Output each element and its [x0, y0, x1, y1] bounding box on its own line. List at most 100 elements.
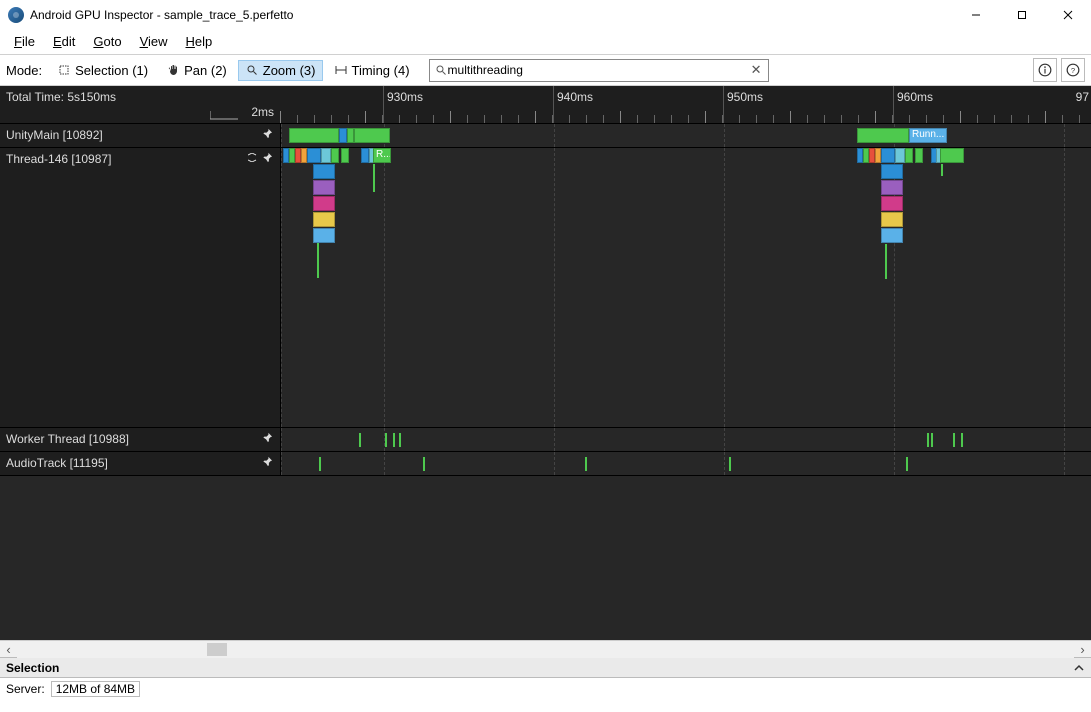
trace-slice-thin[interactable]	[385, 433, 387, 447]
trace-slice[interactable]	[895, 148, 905, 163]
mode-timing-label: Timing (4)	[352, 63, 410, 78]
trace-slice[interactable]	[331, 148, 339, 163]
trace-slice-thin[interactable]	[317, 243, 319, 278]
trace-slice[interactable]	[881, 196, 903, 211]
trace-slice-thin[interactable]	[953, 433, 955, 447]
app-logo-icon	[8, 7, 24, 23]
trace-slice[interactable]: R...	[373, 148, 391, 163]
track-body[interactable]: Runn...	[280, 124, 1091, 147]
trace-slice[interactable]	[940, 148, 964, 163]
trace-slice-thin[interactable]	[931, 433, 933, 447]
trace-slice[interactable]	[313, 196, 335, 211]
trace-slice[interactable]	[881, 180, 903, 195]
trace-slice-thin[interactable]	[906, 457, 908, 471]
mode-zoom-label: Zoom (3)	[263, 63, 316, 78]
mode-timing[interactable]: Timing (4)	[327, 60, 417, 81]
trace-slice-thin[interactable]	[729, 457, 731, 471]
trace-slice-thin[interactable]	[941, 164, 943, 176]
close-button[interactable]	[1045, 0, 1091, 30]
track-body[interactable]	[280, 452, 1091, 475]
trace-slice[interactable]	[313, 164, 335, 179]
server-memory: 12MB of 84MB	[51, 681, 140, 697]
ruler-scale[interactable]: 97 930ms940ms950ms960ms	[280, 86, 1091, 123]
trace-slice-thin[interactable]	[961, 433, 963, 447]
trace-slice[interactable]	[881, 164, 903, 179]
menu-edit[interactable]: Edit	[45, 32, 83, 51]
window-title: Android GPU Inspector - sample_trace_5.p…	[30, 8, 293, 22]
trace-slice[interactable]	[339, 128, 347, 143]
mode-selection[interactable]: Selection (1)	[50, 60, 155, 81]
trace-slice[interactable]	[354, 128, 390, 143]
search-box[interactable]: ✕	[429, 59, 769, 82]
ruler-start-label: 2ms	[251, 105, 274, 119]
chevron-up-icon[interactable]	[1073, 662, 1085, 674]
track-label[interactable]: Worker Thread [10988]	[0, 428, 280, 451]
trace-slice[interactable]	[289, 128, 339, 143]
info-button[interactable]	[1033, 58, 1057, 82]
scroll-left-button[interactable]: ‹	[0, 641, 17, 658]
pin-icon[interactable]	[262, 152, 274, 164]
track-label[interactable]: UnityMain [10892]	[0, 124, 280, 147]
horizontal-scrollbar[interactable]: ‹ ›	[0, 640, 1091, 657]
trace-slice[interactable]	[857, 128, 909, 143]
trace-slice-thin[interactable]	[319, 457, 321, 471]
track-thread146[interactable]: Thread-146 [10987] R...	[0, 148, 1091, 428]
selection-panel-header[interactable]: Selection	[0, 657, 1091, 678]
menu-file[interactable]: File	[6, 32, 43, 51]
trace-slice[interactable]	[881, 228, 903, 243]
trace-slice-thin[interactable]	[585, 457, 587, 471]
magnifier-icon	[245, 63, 259, 77]
trace-slice-thin[interactable]	[393, 433, 395, 447]
trace-slice-thin[interactable]	[399, 433, 401, 447]
track-audio[interactable]: AudioTrack [11195]	[0, 452, 1091, 476]
pin-icon[interactable]	[262, 456, 274, 468]
time-ruler[interactable]: Total Time: 5s150ms 2ms 97 930ms940ms950…	[0, 86, 1091, 124]
pin-icon[interactable]	[262, 432, 274, 444]
trace-slice[interactable]	[321, 148, 331, 163]
menu-goto[interactable]: Goto	[85, 32, 129, 51]
maximize-button[interactable]	[999, 0, 1045, 30]
trace-slice[interactable]	[347, 128, 354, 143]
total-time-label: Total Time: 5s150ms	[6, 90, 274, 104]
trace-slice-thin[interactable]	[927, 433, 929, 447]
mode-pan[interactable]: Pan (2)	[159, 60, 234, 81]
trace-slice[interactable]	[341, 148, 349, 163]
empty-track-area[interactable]	[0, 476, 1091, 640]
menu-bar: File Edit Goto View Help	[0, 30, 1091, 54]
trace-slice-thin[interactable]	[423, 457, 425, 471]
scroll-track[interactable]	[17, 641, 1074, 658]
trace-slice-thin[interactable]	[885, 244, 887, 279]
trace-slice[interactable]	[361, 148, 369, 163]
scroll-thumb[interactable]	[207, 643, 227, 656]
help-button[interactable]: ?	[1061, 58, 1085, 82]
scroll-right-button[interactable]: ›	[1074, 641, 1091, 658]
collapse-icon[interactable]	[248, 153, 258, 163]
trace-slice[interactable]	[881, 148, 895, 163]
trace-slice[interactable]	[905, 148, 913, 163]
trace-slice[interactable]	[313, 212, 335, 227]
search-input[interactable]	[448, 63, 749, 77]
track-rows: UnityMain [10892] Runn... Thread-146 [1098…	[0, 124, 1091, 476]
track-body[interactable]	[280, 428, 1091, 451]
track-body[interactable]: R...	[280, 148, 1091, 427]
track-label[interactable]: Thread-146 [10987]	[0, 148, 280, 427]
trace-slice[interactable]	[307, 148, 321, 163]
trace-slice-thin[interactable]	[359, 433, 361, 447]
menu-help[interactable]: Help	[178, 32, 221, 51]
trace-slice[interactable]	[915, 148, 923, 163]
track-unitymain[interactable]: UnityMain [10892] Runn...	[0, 124, 1091, 148]
trace-slice[interactable]	[881, 212, 903, 227]
clear-search-button[interactable]: ✕	[749, 62, 764, 78]
track-worker[interactable]: Worker Thread [10988]	[0, 428, 1091, 452]
timing-range-icon	[334, 63, 348, 77]
trace-slice[interactable]	[313, 180, 335, 195]
trace-slice-thin[interactable]	[373, 164, 375, 192]
track-name: Thread-146 [10987]	[6, 152, 111, 166]
trace-slice[interactable]	[313, 228, 335, 243]
minimize-button[interactable]	[953, 0, 999, 30]
mode-zoom[interactable]: Zoom (3)	[238, 60, 323, 81]
menu-view[interactable]: View	[132, 32, 176, 51]
track-label[interactable]: AudioTrack [11195]	[0, 452, 280, 475]
pin-icon[interactable]	[262, 128, 274, 140]
trace-slice[interactable]: Runn...	[909, 128, 947, 143]
